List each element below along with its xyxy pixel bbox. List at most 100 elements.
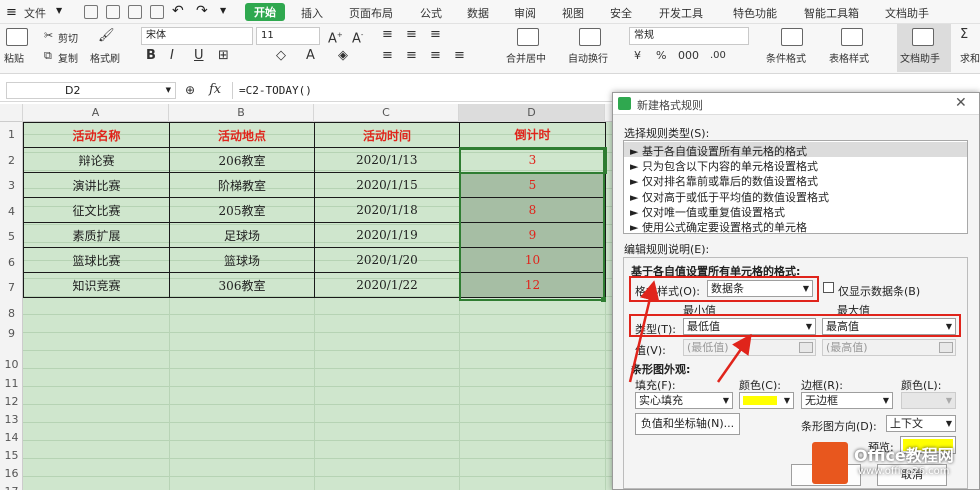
table-cell[interactable]: 征文比赛 bbox=[23, 197, 170, 223]
table-cell[interactable]: 篮球比赛 bbox=[23, 247, 170, 273]
row-header[interactable]: 6 bbox=[0, 256, 23, 269]
table-cell[interactable]: 知识竞赛 bbox=[23, 272, 170, 298]
redo-icon[interactable]: ↷ bbox=[196, 3, 208, 19]
scissors-icon[interactable]: ✂ bbox=[44, 29, 53, 43]
table-style-icon[interactable] bbox=[841, 28, 863, 46]
range-picker-icon[interactable] bbox=[939, 342, 953, 353]
chevron-down-icon[interactable]: ▼ bbox=[56, 6, 62, 15]
brush-icon[interactable]: 🖌 bbox=[98, 29, 115, 43]
row-header[interactable]: 3 bbox=[0, 179, 23, 192]
paste-button[interactable]: 粘贴 bbox=[4, 50, 24, 65]
align-middle-icon[interactable]: ≡ bbox=[406, 28, 417, 42]
column-header-b[interactable]: B bbox=[169, 104, 314, 122]
row-header[interactable]: 15 bbox=[0, 449, 23, 462]
table-cell[interactable]: 2020/1/13 bbox=[314, 147, 460, 173]
show-bar-only-checkbox[interactable] bbox=[823, 282, 834, 293]
row-header[interactable]: 4 bbox=[0, 205, 23, 218]
italic-icon[interactable]: I bbox=[170, 49, 174, 63]
percent-icon[interactable]: % bbox=[656, 49, 666, 63]
customize-icon[interactable]: ▼ bbox=[220, 6, 226, 15]
number-format-select[interactable]: 常规 bbox=[629, 27, 749, 45]
rule-type-list[interactable]: ► 基于各自值设置所有单元格的格式 ► 只为包含以下内容的单元格设置格式 ► 仅… bbox=[623, 140, 968, 234]
print-preview-icon[interactable] bbox=[150, 5, 164, 19]
decrease-font-icon[interactable]: A- bbox=[352, 28, 363, 46]
header-cell[interactable]: 活动时间 bbox=[314, 122, 460, 148]
copy-button[interactable]: 复制 bbox=[58, 50, 78, 65]
header-cell[interactable]: 活动地点 bbox=[169, 122, 315, 148]
underline-icon[interactable]: U bbox=[194, 49, 204, 63]
copy-icon[interactable]: ⧉ bbox=[44, 49, 52, 63]
font-size-select[interactable]: 11 bbox=[256, 27, 320, 45]
table-cell[interactable]: 辩论赛 bbox=[23, 147, 170, 173]
eraser-icon[interactable]: ◈ bbox=[338, 49, 348, 63]
conditional-format-icon[interactable] bbox=[781, 28, 803, 46]
tab-features[interactable]: 特色功能 bbox=[733, 5, 777, 21]
fill-color-icon[interactable]: ◇ bbox=[276, 49, 286, 63]
table-cell[interactable]: 2020/1/22 bbox=[314, 272, 460, 298]
align-bottom-icon[interactable]: ≡ bbox=[430, 28, 441, 42]
close-icon[interactable]: ✕ bbox=[955, 95, 967, 111]
list-item[interactable]: ► 只为包含以下内容的单元格设置格式 bbox=[630, 158, 818, 174]
tab-view[interactable]: 视图 bbox=[562, 5, 584, 21]
tab-page-layout[interactable]: 页面布局 bbox=[349, 5, 393, 21]
zoom-icon[interactable]: ⊕ bbox=[185, 83, 195, 97]
justify-icon[interactable]: ≡ bbox=[454, 49, 465, 63]
tab-insert[interactable]: 插入 bbox=[301, 5, 323, 21]
table-cell[interactable]: 2020/1/19 bbox=[314, 222, 460, 248]
max-value-input[interactable]: (最高值) bbox=[822, 339, 956, 356]
name-box[interactable]: D2 ▼ bbox=[6, 82, 176, 99]
row-header[interactable]: 11 bbox=[0, 377, 23, 390]
align-top-icon[interactable]: ≡ bbox=[382, 28, 393, 42]
dialog-titlebar[interactable]: 新建格式规则 ✕ bbox=[613, 93, 979, 115]
column-header-a[interactable]: A bbox=[23, 104, 169, 122]
table-cell[interactable]: 演讲比赛 bbox=[23, 172, 170, 198]
range-picker-icon[interactable] bbox=[799, 342, 813, 353]
table-cell[interactable]: 2020/1/15 bbox=[314, 172, 460, 198]
tab-developer[interactable]: 开发工具 bbox=[659, 5, 703, 21]
tab-data[interactable]: 数据 bbox=[467, 5, 489, 21]
list-item[interactable]: ► 基于各自值设置所有单元格的格式 bbox=[630, 143, 807, 159]
header-cell[interactable]: 倒计时 bbox=[459, 122, 606, 148]
row-header[interactable]: 16 bbox=[0, 467, 23, 480]
row-header[interactable]: 9 bbox=[0, 327, 23, 340]
table-style-button[interactable]: 表格样式 bbox=[829, 50, 869, 65]
tab-doc-helper[interactable]: 文档助手 bbox=[885, 5, 929, 21]
tab-smart-toolbox[interactable]: 智能工具箱 bbox=[804, 5, 859, 21]
tab-security[interactable]: 安全 bbox=[610, 5, 632, 21]
border-icon[interactable]: ⊞ bbox=[218, 49, 229, 63]
table-cell[interactable]: 篮球场 bbox=[169, 247, 315, 273]
table-cell[interactable]: 206教室 bbox=[169, 147, 315, 173]
column-header-c[interactable]: C bbox=[314, 104, 459, 122]
row-header[interactable]: 12 bbox=[0, 395, 23, 408]
negative-axis-button[interactable]: 负值和坐标轴(N)... bbox=[635, 413, 740, 435]
show-bar-only-label[interactable]: 仅显示数据条(B) bbox=[838, 283, 920, 299]
wrap-text-icon[interactable] bbox=[579, 28, 601, 46]
row-header[interactable]: 1 bbox=[0, 128, 23, 141]
merge-center-icon[interactable] bbox=[517, 28, 539, 46]
align-left-icon[interactable]: ≡ bbox=[382, 49, 393, 63]
menu-icon[interactable]: ≡ bbox=[6, 5, 17, 20]
header-cell[interactable]: 活动名称 bbox=[23, 122, 170, 148]
decimal-icon[interactable]: .00 bbox=[710, 49, 726, 63]
table-cell[interactable]: 足球场 bbox=[169, 222, 315, 248]
align-right-icon[interactable]: ≡ bbox=[430, 49, 441, 63]
sum-icon[interactable]: Σ bbox=[960, 28, 968, 42]
bold-icon[interactable]: B bbox=[146, 49, 156, 63]
list-item[interactable]: ► 使用公式确定要设置格式的单元格 bbox=[630, 219, 807, 235]
undo-icon[interactable]: ↶ bbox=[172, 3, 184, 19]
table-cell[interactable]: 素质扩展 bbox=[23, 222, 170, 248]
align-center-icon[interactable]: ≡ bbox=[406, 49, 417, 63]
list-item[interactable]: ► 仅对排名靠前或靠后的数值设置格式 bbox=[630, 173, 818, 189]
print-icon[interactable] bbox=[128, 5, 142, 19]
doc-helper-group[interactable]: 文档助手 bbox=[897, 24, 951, 72]
list-item[interactable]: ► 仅对唯一值或重复值设置格式 bbox=[630, 204, 785, 220]
cut-button[interactable]: 剪切 bbox=[58, 30, 78, 45]
thousands-icon[interactable]: 000 bbox=[678, 49, 699, 63]
format-painter-button[interactable]: 格式刷 bbox=[90, 50, 120, 65]
row-header[interactable]: 5 bbox=[0, 230, 23, 243]
row-header[interactable]: 14 bbox=[0, 431, 23, 444]
row-header[interactable]: 2 bbox=[0, 154, 23, 167]
font-color-icon[interactable]: A bbox=[306, 49, 315, 63]
sum-button[interactable]: 求和 bbox=[960, 50, 980, 65]
tab-start[interactable]: 开始 bbox=[245, 3, 285, 21]
